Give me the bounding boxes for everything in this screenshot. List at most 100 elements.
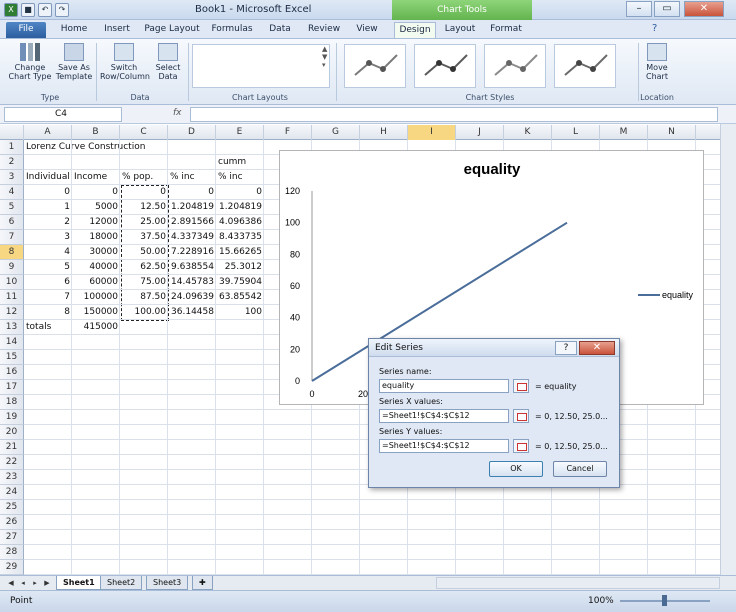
cell-e6[interactable]: 4.096386 [216, 215, 264, 230]
next-sheet-icon[interactable]: ▸ [30, 578, 40, 588]
column-header-k[interactable]: K [504, 125, 552, 140]
dialog-close-button[interactable]: ✕ [579, 341, 615, 355]
cell-d5[interactable]: 1.204819 [168, 200, 216, 215]
row-header-5[interactable]: 5 [0, 200, 24, 215]
cell-b10[interactable]: 60000 [72, 275, 120, 290]
cell-b8[interactable]: 30000 [72, 245, 120, 260]
cell-b9[interactable]: 40000 [72, 260, 120, 275]
cell-e12[interactable]: 100 [216, 305, 264, 320]
select-data-button[interactable]: Select Data [152, 43, 184, 81]
save-as-template-button[interactable]: Save As Template [54, 43, 94, 81]
change-chart-type-button[interactable]: Change Chart Type [8, 43, 52, 81]
chart-style-4[interactable] [554, 44, 616, 88]
tab-layout[interactable]: Layout [442, 22, 478, 38]
row-header-1[interactable]: 1 [0, 140, 24, 155]
row-header-26[interactable]: 26 [0, 515, 24, 530]
cell-d11[interactable]: 24.09639 [168, 290, 216, 305]
cell-a7[interactable]: 3 [24, 230, 72, 245]
tab-home[interactable]: Home [58, 22, 90, 38]
cell-d3[interactable]: % inc [168, 170, 216, 185]
column-header-l[interactable]: L [552, 125, 600, 140]
tab-design[interactable]: Design [394, 22, 436, 38]
cell-b13[interactable]: 415000 [72, 320, 120, 335]
cell-a1[interactable]: Lorenz Curve Construction [24, 140, 174, 155]
cell-a13[interactable]: totals [24, 320, 72, 335]
cell-b3[interactable]: Income [72, 170, 120, 185]
cell-e10[interactable]: 39.75904 [216, 275, 264, 290]
cell-a9[interactable]: 5 [24, 260, 72, 275]
cell-b11[interactable]: 100000 [72, 290, 120, 305]
cell-b12[interactable]: 150000 [72, 305, 120, 320]
first-sheet-icon[interactable]: ◀ [6, 578, 16, 588]
insert-sheet-icon[interactable]: ✚ [192, 576, 213, 590]
gallery-scroll-icon[interactable]: ▲ ▼ ▾ [322, 45, 327, 69]
vertical-scrollbar[interactable] [720, 124, 736, 575]
name-box[interactable]: C4 [4, 107, 122, 122]
tab-insert[interactable]: Insert [100, 22, 134, 38]
series-y-range-picker-icon[interactable] [513, 439, 529, 453]
cell-d4[interactable]: 0 [168, 185, 216, 200]
row-header-27[interactable]: 27 [0, 530, 24, 545]
cell-e8[interactable]: 15.66265 [216, 245, 264, 260]
row-header-14[interactable]: 14 [0, 335, 24, 350]
ok-button[interactable]: OK [489, 461, 543, 477]
close-window-button[interactable]: ✕ [684, 1, 724, 17]
chart-style-2[interactable] [414, 44, 476, 88]
cell-e2[interactable]: cumm [216, 155, 264, 170]
row-header-2[interactable]: 2 [0, 155, 24, 170]
redo-icon[interactable]: ↷ [55, 3, 69, 17]
cell-e9[interactable]: 25.3012 [216, 260, 264, 275]
row-header-22[interactable]: 22 [0, 455, 24, 470]
cell-a12[interactable]: 8 [24, 305, 72, 320]
row-header-28[interactable]: 28 [0, 545, 24, 560]
row-header-6[interactable]: 6 [0, 215, 24, 230]
chart-style-3[interactable] [484, 44, 546, 88]
chart-layouts-gallery[interactable] [192, 44, 330, 88]
chart-style-1[interactable] [344, 44, 406, 88]
row-header-21[interactable]: 21 [0, 440, 24, 455]
cell-e3[interactable]: % inc [216, 170, 264, 185]
row-header-23[interactable]: 23 [0, 470, 24, 485]
insert-function-icon[interactable]: fx [173, 108, 182, 118]
tab-file[interactable]: File [6, 22, 46, 38]
cell-a4[interactable]: 0 [24, 185, 72, 200]
minimize-button[interactable]: – [626, 1, 652, 17]
prev-sheet-icon[interactable]: ◂ [18, 578, 28, 588]
series-y-field[interactable]: =Sheet1!$C$4:$C$12 [379, 439, 509, 453]
column-header-h[interactable]: H [360, 125, 408, 140]
column-header-a[interactable]: A [24, 125, 72, 140]
tab-page-layout[interactable]: Page Layout [144, 22, 200, 38]
series-x-range-picker-icon[interactable] [513, 409, 529, 423]
zoom-slider-thumb[interactable] [662, 595, 667, 606]
row-header-11[interactable]: 11 [0, 290, 24, 305]
column-header-j[interactable]: J [456, 125, 504, 140]
row-header-20[interactable]: 20 [0, 425, 24, 440]
column-header-i[interactable]: I [408, 125, 456, 140]
cell-e4[interactable]: 0 [216, 185, 264, 200]
cell-d8[interactable]: 7.228916 [168, 245, 216, 260]
column-header-n[interactable]: N [648, 125, 696, 140]
row-header-25[interactable]: 25 [0, 500, 24, 515]
cell-c3[interactable]: % pop. [120, 170, 168, 185]
cell-d10[interactable]: 14.45783 [168, 275, 216, 290]
maximize-button[interactable]: ▭ [654, 1, 680, 17]
row-header-18[interactable]: 18 [0, 395, 24, 410]
sheet-tab-sheet3[interactable]: Sheet3 [146, 576, 189, 590]
cell-d9[interactable]: 9.638554 [168, 260, 216, 275]
cell-b6[interactable]: 12000 [72, 215, 120, 230]
cell-e7[interactable]: 8.433735 [216, 230, 264, 245]
row-header-9[interactable]: 9 [0, 260, 24, 275]
row-header-29[interactable]: 29 [0, 560, 24, 575]
cell-a10[interactable]: 6 [24, 275, 72, 290]
row-header-12[interactable]: 12 [0, 305, 24, 320]
cell-a11[interactable]: 7 [24, 290, 72, 305]
tab-format[interactable]: Format [486, 22, 526, 38]
undo-icon[interactable]: ↶ [38, 3, 52, 17]
column-header-g[interactable]: G [312, 125, 360, 140]
column-header-e[interactable]: E [216, 125, 264, 140]
dialog-help-button[interactable]: ? [555, 341, 577, 355]
row-header-24[interactable]: 24 [0, 485, 24, 500]
cell-b7[interactable]: 18000 [72, 230, 120, 245]
cell-e5[interactable]: 1.204819 [216, 200, 264, 215]
zoom-level[interactable]: 100% [588, 596, 614, 606]
